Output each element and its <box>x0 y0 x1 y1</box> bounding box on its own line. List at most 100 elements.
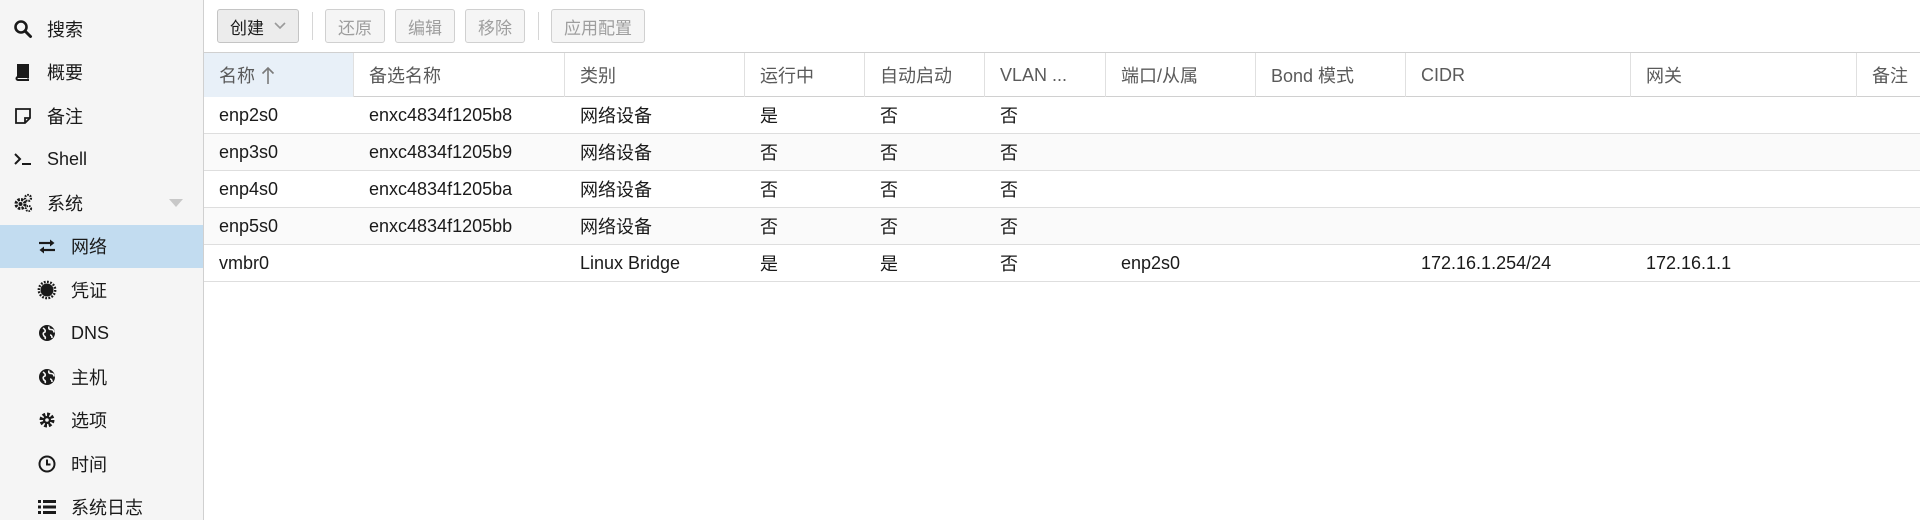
column-header-label: 名称 <box>219 66 255 86</box>
cell-active: 是 <box>760 254 778 274</box>
sidebar-item-label: 系统 <box>47 193 83 214</box>
clock-icon <box>37 454 57 474</box>
sidebar-item-label: 系统日志 <box>71 498 143 519</box>
table-row[interactable]: enp4s0 enxc4834f1205ba 网络设备 否 否 否 <box>204 171 1920 208</box>
table-row[interactable]: enp3s0 enxc4834f1205b9 网络设备 否 否 否 <box>204 134 1920 171</box>
sidebar-item-dns[interactable]: DNS <box>0 312 203 356</box>
cell-bond-mode <box>1256 171 1406 207</box>
column-header-ports[interactable]: 端口/从属 <box>1106 53 1256 97</box>
sidebar-item-notes[interactable]: 备注 <box>0 94 203 138</box>
sidebar: 搜索 概要 备注 Shell 系统 网络 凭证 DNS 主机 选项 时间 系统日… <box>0 0 204 520</box>
terminal-icon <box>13 149 33 169</box>
cell-gateway <box>1631 208 1857 244</box>
cell-ports <box>1106 208 1256 244</box>
cell-name: enp2s0 <box>219 104 279 125</box>
cell-altname: enxc4834f1205b8 <box>369 104 513 125</box>
cell-autostart: 否 <box>880 143 898 163</box>
cell-cidr <box>1406 134 1631 170</box>
sidebar-item-shell[interactable]: Shell <box>0 138 203 182</box>
column-header-vlan[interactable]: VLAN ... <box>985 53 1106 97</box>
cell-comment <box>1857 208 1920 244</box>
sidebar-item-label: 选项 <box>71 411 107 432</box>
toolbar-separator <box>538 12 539 40</box>
cell-bond-mode <box>1256 134 1406 170</box>
gear-icon <box>37 410 57 430</box>
cell-autostart: 否 <box>880 106 898 126</box>
sidebar-item-label: 备注 <box>47 106 83 127</box>
cell-cidr <box>1406 97 1631 133</box>
sidebar-item-network[interactable]: 网络 <box>0 224 203 268</box>
cell-type: Linux Bridge <box>580 252 681 273</box>
sidebar-item-options[interactable]: 选项 <box>0 399 203 443</box>
cell-name: enp5s0 <box>219 215 279 236</box>
sidebar-item-certificates[interactable]: 凭证 <box>0 268 203 312</box>
chevron-down-icon[interactable] <box>169 198 183 207</box>
cell-gateway: 172.16.1.1 <box>1646 252 1732 273</box>
sidebar-item-label: 网络 <box>71 237 107 258</box>
cell-autostart: 否 <box>880 217 898 237</box>
cell-name: enp4s0 <box>219 178 279 199</box>
table-row[interactable]: enp2s0 enxc4834f1205b8 网络设备 是 否 否 <box>204 97 1920 134</box>
search-icon <box>13 19 33 39</box>
book-icon <box>13 62 33 82</box>
cell-type: 网络设备 <box>580 217 652 237</box>
cell-altname <box>354 245 565 281</box>
cogs-icon <box>13 193 33 213</box>
column-header-cidr[interactable]: CIDR <box>1406 53 1631 97</box>
cell-ports <box>1106 171 1256 207</box>
column-header-type[interactable]: 类别 <box>565 53 745 97</box>
toolbar-separator <box>312 12 313 40</box>
cell-cidr <box>1406 208 1631 244</box>
apply-config-button[interactable]: 应用配置 <box>551 9 645 43</box>
sort-ascending-icon <box>261 65 275 85</box>
cell-type: 网络设备 <box>580 143 652 163</box>
cell-vlan: 否 <box>1000 254 1018 274</box>
revert-button[interactable]: 还原 <box>325 9 385 43</box>
column-header-altname[interactable]: 备选名称 <box>354 53 565 97</box>
cell-vlan: 否 <box>1000 180 1018 200</box>
cell-name: vmbr0 <box>219 252 270 273</box>
cell-altname: enxc4834f1205ba <box>369 178 513 199</box>
sidebar-item-summary[interactable]: 概要 <box>0 51 203 95</box>
sidebar-item-label: 凭证 <box>71 280 107 301</box>
cell-altname: enxc4834f1205b9 <box>369 141 513 162</box>
sidebar-item-time[interactable]: 时间 <box>0 442 203 486</box>
cell-comment <box>1857 171 1920 207</box>
cell-active: 是 <box>760 106 778 126</box>
cell-cidr: 172.16.1.254/24 <box>1421 252 1552 273</box>
list-icon <box>37 497 57 517</box>
exchange-icon <box>37 236 57 256</box>
column-header-name[interactable]: 名称 <box>204 53 354 97</box>
column-header-bond-mode[interactable]: Bond 模式 <box>1256 53 1406 97</box>
remove-button[interactable]: 移除 <box>465 9 525 43</box>
cell-type: 网络设备 <box>580 180 652 200</box>
sidebar-item-label: 主机 <box>71 367 107 388</box>
sidebar-item-syslog[interactable]: 系统日志 <box>0 486 203 520</box>
column-header-gateway[interactable]: 网关 <box>1631 53 1857 97</box>
sidebar-item-label: 时间 <box>71 454 107 475</box>
cell-gateway <box>1631 97 1857 133</box>
cell-bond-mode <box>1256 208 1406 244</box>
edit-button[interactable]: 编辑 <box>395 9 455 43</box>
chevron-down-icon <box>274 22 286 30</box>
cell-type: 网络设备 <box>580 106 652 126</box>
cell-vlan: 否 <box>1000 106 1018 126</box>
sidebar-item-system[interactable]: 系统 <box>0 181 203 225</box>
table-row[interactable]: vmbr0 Linux Bridge 是 是 否 enp2s0 172.16.1… <box>204 245 1920 282</box>
cell-ports: enp2s0 <box>1121 252 1181 273</box>
grid-header: 名称 备选名称 类别 运行中 自动启动 VLAN ... 端口/从属 Bond … <box>204 53 1920 97</box>
sidebar-item-label: DNS <box>71 322 110 343</box>
cell-cidr <box>1406 171 1631 207</box>
create-button[interactable]: 创建 <box>217 9 299 43</box>
network-grid: 名称 备选名称 类别 运行中 自动启动 VLAN ... 端口/从属 Bond … <box>204 53 1920 520</box>
cell-autostart: 是 <box>880 254 898 274</box>
cell-comment <box>1857 134 1920 170</box>
column-header-comment[interactable]: 备注 <box>1857 53 1920 97</box>
cell-comment <box>1857 97 1920 133</box>
table-row[interactable]: enp5s0 enxc4834f1205bb 网络设备 否 否 否 <box>204 208 1920 245</box>
column-header-autostart[interactable]: 自动启动 <box>865 53 985 97</box>
toolbar: 创建 还原 编辑 移除 应用配置 <box>204 0 1920 53</box>
column-header-active[interactable]: 运行中 <box>745 53 865 97</box>
sidebar-item-search[interactable]: 搜索 <box>0 7 203 51</box>
sidebar-item-hosts[interactable]: 主机 <box>0 355 203 399</box>
